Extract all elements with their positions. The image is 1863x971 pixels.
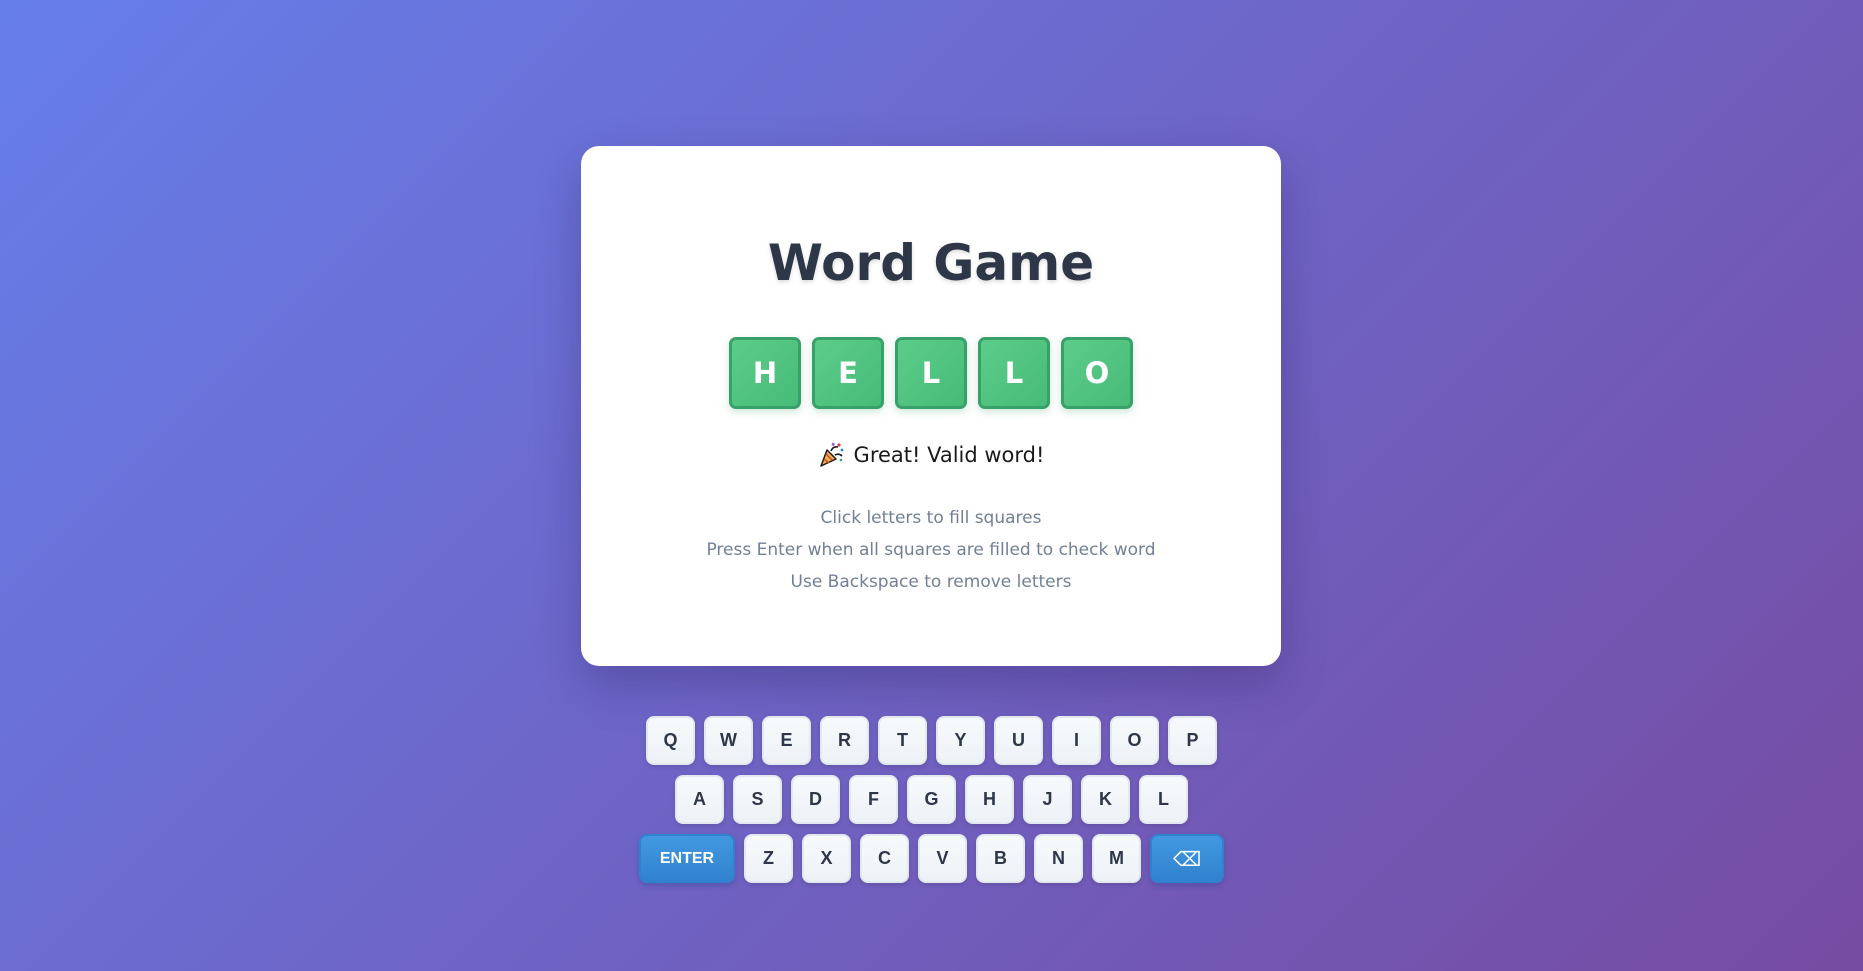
letter-tile: L bbox=[895, 337, 967, 409]
key-z[interactable]: Z bbox=[744, 834, 793, 883]
key-y[interactable]: Y bbox=[936, 716, 985, 765]
key-p[interactable]: P bbox=[1168, 716, 1217, 765]
on-screen-keyboard: Q W E R T Y U I O P A S D F G H J K L EN… bbox=[0, 716, 1863, 893]
game-title: Word Game bbox=[767, 234, 1095, 292]
enter-button[interactable]: ENTER bbox=[639, 834, 735, 883]
key-a[interactable]: A bbox=[675, 775, 724, 824]
key-s[interactable]: S bbox=[733, 775, 782, 824]
letter-tile: E bbox=[812, 337, 884, 409]
key-i[interactable]: I bbox=[1052, 716, 1101, 765]
instruction-line: Press Enter when all squares are filled … bbox=[706, 540, 1156, 560]
key-x[interactable]: X bbox=[802, 834, 851, 883]
keyboard-row-2: A S D F G H J K L bbox=[0, 775, 1863, 824]
instructions: Click letters to fill squares Press Ente… bbox=[581, 502, 1281, 598]
key-h[interactable]: H bbox=[965, 775, 1014, 824]
key-n[interactable]: N bbox=[1034, 834, 1083, 883]
instruction-line: Click letters to fill squares bbox=[820, 508, 1042, 528]
key-o[interactable]: O bbox=[1110, 716, 1159, 765]
key-m[interactable]: M bbox=[1092, 834, 1141, 883]
word-tiles: H E L L O bbox=[581, 337, 1281, 409]
backspace-button[interactable]: ⌫ bbox=[1150, 834, 1224, 883]
key-c[interactable]: C bbox=[860, 834, 909, 883]
letter-tile: L bbox=[978, 337, 1050, 409]
key-d[interactable]: D bbox=[791, 775, 840, 824]
status-message-text: Great! Valid word! bbox=[853, 443, 1045, 467]
status-message: Great! Valid word! bbox=[581, 442, 1281, 468]
key-q[interactable]: Q bbox=[646, 716, 695, 765]
keyboard-row-1: Q W E R T Y U I O P bbox=[0, 716, 1863, 765]
letter-tile: H bbox=[729, 337, 801, 409]
key-t[interactable]: T bbox=[878, 716, 927, 765]
key-b[interactable]: B bbox=[976, 834, 1025, 883]
key-g[interactable]: G bbox=[907, 775, 956, 824]
key-u[interactable]: U bbox=[994, 716, 1043, 765]
game-card: Word Game H E L L O Great! Valid word! C… bbox=[581, 146, 1281, 666]
key-v[interactable]: V bbox=[918, 834, 967, 883]
letter-tile: O bbox=[1061, 337, 1133, 409]
key-e[interactable]: E bbox=[762, 716, 811, 765]
party-popper-icon bbox=[818, 442, 844, 468]
keyboard-row-3: ENTER Z X C V B N M ⌫ bbox=[0, 834, 1863, 883]
key-w[interactable]: W bbox=[704, 716, 753, 765]
key-r[interactable]: R bbox=[820, 716, 869, 765]
key-k[interactable]: K bbox=[1081, 775, 1130, 824]
key-l[interactable]: L bbox=[1139, 775, 1188, 824]
key-f[interactable]: F bbox=[849, 775, 898, 824]
key-j[interactable]: J bbox=[1023, 775, 1072, 824]
instruction-line: Use Backspace to remove letters bbox=[790, 572, 1072, 592]
